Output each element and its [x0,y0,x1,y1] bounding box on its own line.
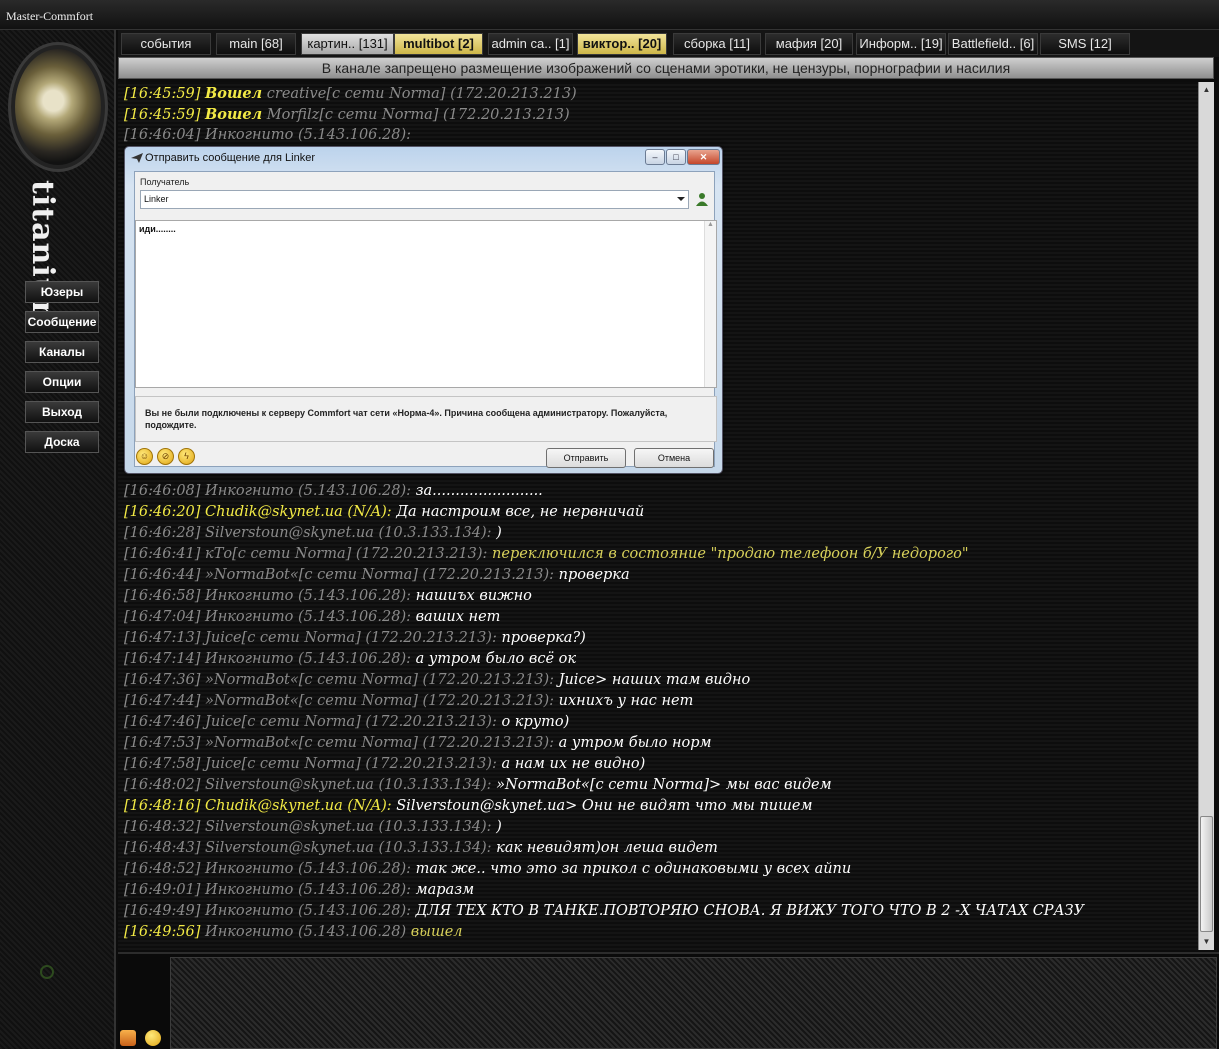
message-button[interactable]: Сообщение [25,311,99,333]
scroll-down-icon[interactable]: ▼ [1199,934,1214,950]
scroll-up-icon[interactable]: ▲ [1199,82,1214,98]
user-pick-icon[interactable] [695,192,709,206]
chat-line: [16:47:36] »NormaBot«[с сети Norma] (172… [124,672,751,688]
message-input[interactable] [170,957,1217,1049]
gear-icon [40,965,54,979]
chat-line: [16:47:04] Инкогнито (5.143.106.28): ваш… [124,609,501,625]
tab-battlefield[interactable]: Battlefield.. [6] [948,33,1038,55]
tab-events[interactable]: события [121,33,211,55]
tab-sms[interactable]: SMS [12] [1040,33,1130,55]
chat-line: [16:49:56] Инкогнито (5.143.106.28) выше… [124,924,463,940]
channel-tabs: события main [68] картин.. [131] multibo… [118,30,1219,57]
chat-line: [16:45:59] Вошел Morfilz[с сети Norma] (… [124,106,570,123]
options-button[interactable]: Опции [25,371,99,393]
window-title: Master-Commfort [6,9,94,23]
bottom-bar [118,952,1219,1049]
tab-multibot[interactable]: multibot [2] [394,33,483,55]
logo-orb [8,42,108,172]
smiley-icon[interactable] [145,1030,161,1046]
close-button[interactable]: ✕ [687,149,720,165]
chat-line: [16:48:32] Silverstoun@skynet.ua (10.3.1… [124,819,502,835]
chat-line: [16:45:59] Вошел creative[с сети Norma] … [124,85,577,102]
recipient-select[interactable]: Linker [140,190,689,209]
message-textarea[interactable]: иди........ ▲ [135,220,717,388]
send-button[interactable]: Отправить [546,448,626,468]
chat-line: [16:46:58] Инкогнито (5.143.106.28): наш… [124,588,532,604]
image-icon[interactable] [120,1030,136,1046]
send-message-dialog: Отправить сообщение для Linker – □ ✕ Пол… [124,146,723,474]
chat-line: [16:49:01] Инкогнито (5.143.106.28): мар… [124,882,475,898]
chat-line: [16:46:28] Silverstoun@skynet.ua (10.3.1… [124,525,502,541]
chat-scrollbar[interactable]: ▲ ▼ [1198,82,1214,950]
textarea-scrollbar[interactable]: ▲ [704,221,716,387]
chat-line: [16:46:20] Chudik@skynet.ua (N/A): Да на… [124,504,645,520]
users-button[interactable]: Юзеры [25,281,99,303]
board-button[interactable]: Доска [25,431,99,453]
chat-line: [16:46:41] кТо[с сети Norma] (172.20.213… [124,546,969,562]
chat-line: [16:47:13] Juice[с сети Norma] (172.20.2… [124,630,586,646]
cancel-button[interactable]: Отмена [634,448,714,468]
channel-notice: В канале запрещено размещение изображени… [118,57,1214,79]
tab-mafia[interactable]: мафия [20] [765,33,853,55]
smiley-icon[interactable]: ☺ [136,448,153,465]
tab-info[interactable]: Информ.. [19] [856,33,946,55]
tab-quiz[interactable]: виктор.. [20] [577,33,667,55]
chat-line: [16:47:44] »NormaBot«[с сети Norma] (172… [124,693,694,709]
title-bar: Master-Commfort [0,0,1219,30]
exit-button[interactable]: Выход [25,401,99,423]
tab-build[interactable]: сборка [11] [673,33,761,55]
maximize-button[interactable]: □ [666,149,686,165]
tab-main[interactable]: main [68] [216,33,296,55]
left-sidebar: titanium Юзеры Сообщение Каналы Опции Вы… [0,30,116,1049]
minimize-button[interactable]: – [645,149,665,165]
channels-button[interactable]: Каналы [25,341,99,363]
tab-admin[interactable]: admin ca.. [1] [488,33,573,55]
chat-line: [16:46:44] »NormaBot«[с сети Norma] (172… [124,567,630,583]
chat-line: [16:47:53] »NormaBot«[с сети Norma] (172… [124,735,712,751]
lightning-icon[interactable]: ϟ [178,448,195,465]
scroll-thumb[interactable] [1200,816,1213,932]
chat-line: [16:49:49] Инкогнито (5.143.106.28): ДЛЯ… [124,903,1085,919]
recipient-label: Получатель [140,177,190,187]
chat-line: [16:48:02] Silverstoun@skynet.ua (10.3.1… [124,777,832,793]
chat-line: [16:46:08] Инкогнито (5.143.106.28): за.… [124,483,543,499]
send-icon [131,153,143,163]
chat-line: [16:47:14] Инкогнито (5.143.106.28): а у… [124,651,577,667]
chat-line: [16:48:43] Silverstoun@skynet.ua (10.3.1… [124,840,718,856]
chat-line: [16:48:52] Инкогнито (5.143.106.28): так… [124,861,852,877]
dialog-title: Отправить сообщение для Linker [145,152,316,164]
tab-pictures[interactable]: картин.. [131] [301,33,394,55]
dialog-body: Получатель Linker иди........ ▲ Вы не бы… [134,171,717,468]
attach-icon[interactable]: ⊘ [157,448,174,465]
chat-line: [16:48:16] Chudik@skynet.ua (N/A): Silve… [124,798,813,814]
chat-line: [16:46:04] Инкогнито (5.143.106.28): [124,127,411,143]
connection-status: Вы не были подключены к серверу Commfort… [135,396,717,442]
chevron-down-icon[interactable] [677,197,685,201]
chat-line: [16:47:46] Juice[с сети Norma] (172.20.2… [124,714,570,730]
chat-line: [16:47:58] Juice[с сети Norma] (172.20.2… [124,756,646,772]
